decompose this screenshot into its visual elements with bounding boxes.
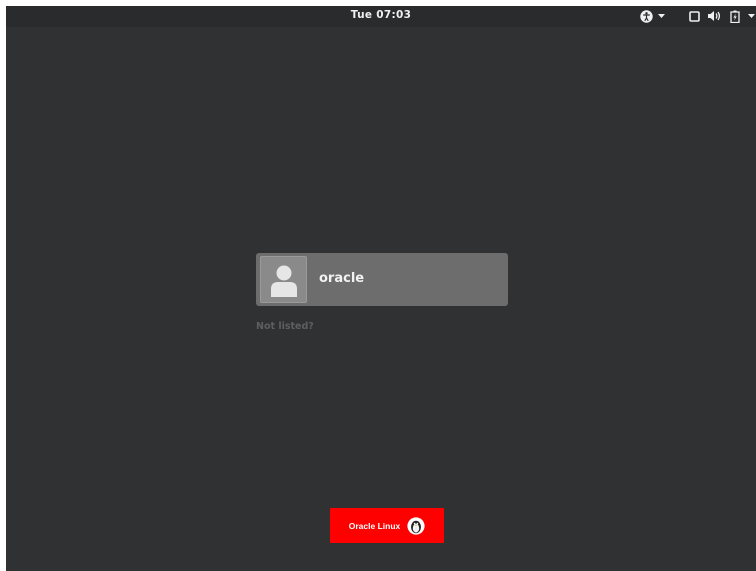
user-name: oracle — [319, 271, 365, 286]
brand-text: Oracle Linux — [348, 520, 401, 531]
not-listed-link[interactable]: Not listed? — [256, 321, 314, 332]
user-list-item[interactable]: oracle — [256, 253, 508, 306]
accessibility-icon[interactable] — [640, 9, 654, 23]
volume-icon[interactable] — [707, 9, 721, 23]
display-icon[interactable] — [689, 9, 701, 23]
login-screen: Tue 07:03 oracle Not listed? Oracle Linu… — [6, 6, 756, 571]
avatar — [260, 256, 307, 303]
chevron-down-icon[interactable] — [658, 9, 666, 23]
brand-logo: Oracle Linux — [330, 508, 444, 543]
top-bar: Tue 07:03 — [6, 6, 756, 27]
user-icon — [270, 265, 297, 297]
chevron-down-icon[interactable] — [748, 9, 756, 23]
penguin-logo-icon — [407, 516, 425, 535]
battery-icon[interactable] — [730, 9, 742, 23]
